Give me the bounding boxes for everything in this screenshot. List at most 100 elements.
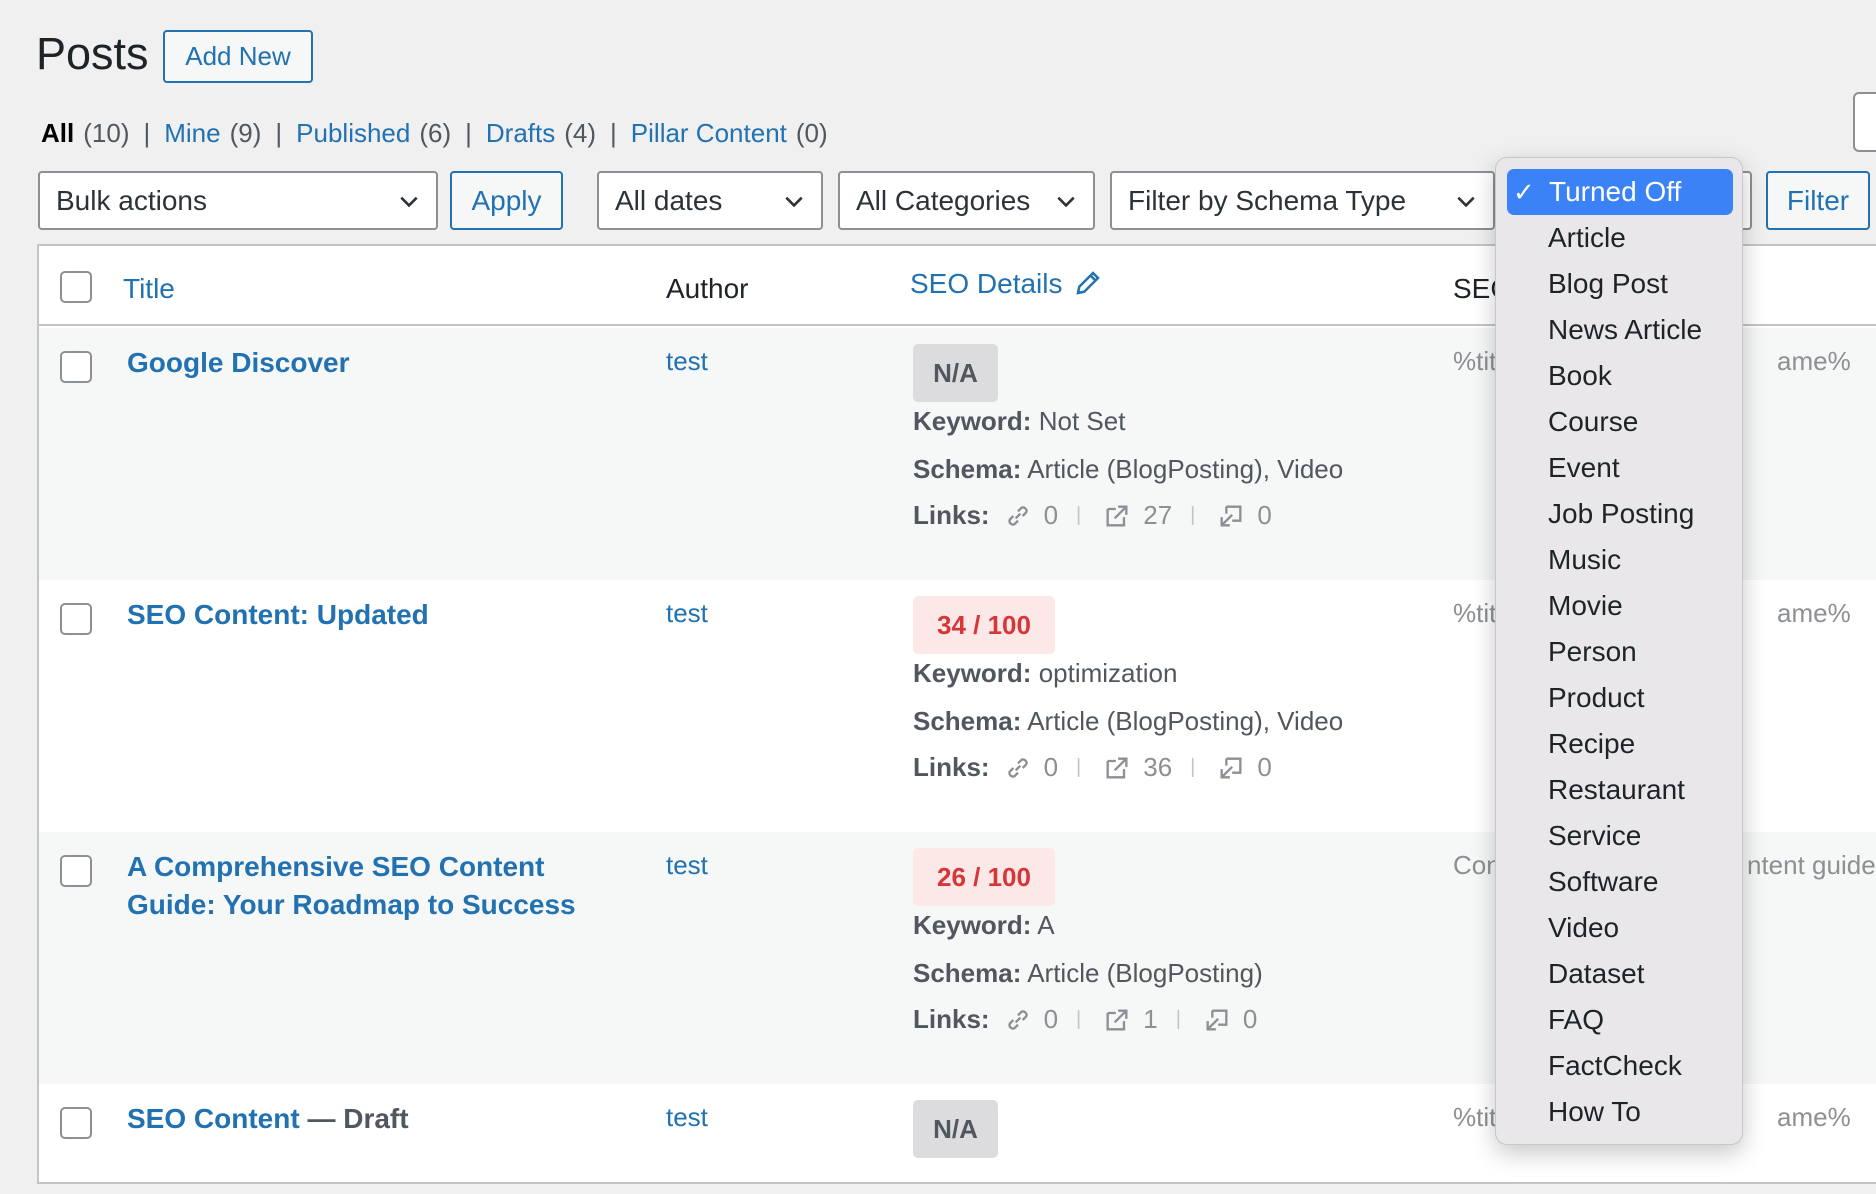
dropdown-option[interactable]: Music bbox=[1548, 540, 1621, 580]
separator: | bbox=[610, 118, 617, 148]
filter-button[interactable]: Filter bbox=[1766, 171, 1870, 230]
dropdown-option[interactable]: Blog Post bbox=[1548, 264, 1668, 304]
dropdown-option[interactable]: How To bbox=[1548, 1092, 1641, 1132]
dropdown-option[interactable]: Movie bbox=[1548, 586, 1623, 626]
post-title-link[interactable]: Google Discover bbox=[127, 344, 607, 382]
search-input[interactable] bbox=[1853, 92, 1876, 152]
dropdown-option[interactable]: Software bbox=[1548, 862, 1659, 902]
status-filters: All (10) | Mine (9) | Published (6) | Dr… bbox=[41, 118, 828, 149]
row-checkbox[interactable] bbox=[60, 603, 92, 635]
post-title-link[interactable]: A Comprehensive SEO Content Guide: Your … bbox=[127, 848, 607, 924]
author-link[interactable]: test bbox=[666, 850, 708, 881]
row-checkbox[interactable] bbox=[60, 351, 92, 383]
post-state: — Draft bbox=[299, 1103, 409, 1134]
schema-value: Article (BlogPosting), Video bbox=[1027, 454, 1344, 484]
dates-value: All dates bbox=[615, 184, 723, 216]
dropdown-option[interactable]: Video bbox=[1548, 908, 1619, 948]
dropdown-option[interactable]: Course bbox=[1548, 402, 1638, 442]
dropdown-option[interactable]: Product bbox=[1548, 678, 1645, 718]
dropdown-option[interactable]: Dataset bbox=[1548, 954, 1645, 994]
dropdown-option[interactable]: Service bbox=[1548, 816, 1641, 856]
filter-mine-count: (9) bbox=[229, 118, 262, 148]
link-icon bbox=[1007, 757, 1028, 778]
pencil-icon[interactable] bbox=[1073, 268, 1103, 298]
seo-score-badge: 34 / 100 bbox=[913, 596, 1055, 654]
bulk-actions-select[interactable]: Bulk actions bbox=[38, 171, 438, 230]
chevron-down-icon bbox=[400, 196, 418, 208]
column-author: Author bbox=[666, 273, 749, 304]
categories-select[interactable]: All Categories bbox=[838, 171, 1095, 230]
incoming-links-count: 0 bbox=[1242, 1004, 1258, 1034]
row-checkbox[interactable] bbox=[60, 855, 92, 887]
dropdown-option[interactable]: Book bbox=[1548, 356, 1612, 396]
separator: | bbox=[1076, 756, 1082, 778]
external-links-count: 27 bbox=[1143, 500, 1173, 530]
dropdown-option[interactable]: Job Posting bbox=[1548, 494, 1694, 534]
links-line: Links: 0 | 36 | 0 bbox=[913, 752, 1272, 783]
incoming-links-count: 0 bbox=[1257, 752, 1272, 782]
schema-value: Article (BlogPosting) bbox=[1027, 958, 1263, 988]
seo-title-text-tail: ame% bbox=[1777, 1102, 1851, 1132]
schema-label: Schema: bbox=[913, 706, 1022, 736]
post-title-cell: SEO Content — Draft bbox=[127, 1100, 607, 1138]
dropdown-option[interactable]: Person bbox=[1548, 632, 1637, 672]
schema-line: Schema: Article (BlogPosting), Video bbox=[913, 706, 1343, 737]
keyword-line: Keyword: optimization bbox=[913, 658, 1177, 689]
seo-score-badge: N/A bbox=[913, 344, 998, 402]
link-icon bbox=[1007, 1009, 1028, 1030]
separator: | bbox=[465, 118, 472, 148]
schema-type-dropdown-menu: ✓ Turned Off Article Blog Post News Arti… bbox=[1495, 157, 1743, 1145]
separator: | bbox=[1175, 1008, 1181, 1030]
incoming-links-count: 0 bbox=[1257, 500, 1272, 530]
dropdown-option[interactable]: News Article bbox=[1548, 310, 1702, 350]
external-links-count: 1 bbox=[1143, 1004, 1158, 1034]
dropdown-option[interactable]: Article bbox=[1548, 218, 1626, 258]
apply-button[interactable]: Apply bbox=[450, 171, 563, 230]
incoming-link-icon bbox=[1220, 757, 1242, 778]
external-link-icon bbox=[1106, 505, 1128, 526]
filter-drafts-count: (4) bbox=[564, 118, 597, 148]
add-new-button[interactable]: Add New bbox=[163, 30, 313, 83]
separator: | bbox=[1190, 504, 1196, 526]
column-title[interactable]: Title bbox=[123, 273, 175, 305]
link-icon bbox=[1007, 505, 1028, 526]
row-checkbox[interactable] bbox=[60, 1107, 92, 1139]
keyword-label: Keyword: bbox=[913, 406, 1032, 436]
links-line: Links: 0 | 1 | 0 bbox=[913, 1004, 1257, 1035]
filter-published-link[interactable]: Published bbox=[296, 118, 410, 149]
post-title-link[interactable]: SEO Content: Updated bbox=[127, 596, 607, 634]
column-seo-details[interactable]: SEO Details bbox=[910, 268, 1063, 300]
dates-select[interactable]: All dates bbox=[597, 171, 823, 230]
author-link[interactable]: test bbox=[666, 598, 708, 629]
links-label: Links: bbox=[913, 500, 990, 530]
seo-title-text-tail: ame% bbox=[1777, 346, 1851, 376]
post-title-link[interactable]: SEO Content bbox=[127, 1103, 300, 1134]
schema-line: Schema: Article (BlogPosting) bbox=[913, 958, 1263, 989]
seo-score-badge: 26 / 100 bbox=[913, 848, 1055, 906]
separator: | bbox=[275, 118, 283, 148]
schema-label: Schema: bbox=[913, 454, 1022, 484]
dropdown-option[interactable]: FAQ bbox=[1548, 1000, 1604, 1040]
author-link[interactable]: test bbox=[666, 1102, 708, 1133]
dropdown-option[interactable]: Restaurant bbox=[1548, 770, 1685, 810]
select-all-checkbox[interactable] bbox=[60, 271, 92, 303]
filter-all-link[interactable]: All bbox=[41, 118, 74, 149]
filter-pillar-content-link[interactable]: Pillar Content bbox=[631, 118, 787, 149]
keyword-label: Keyword: bbox=[913, 910, 1032, 940]
schema-type-value: Filter by Schema Type bbox=[1128, 184, 1407, 216]
schema-line: Schema: Article (BlogPosting), Video bbox=[913, 454, 1343, 485]
checkmark-icon: ✓ bbox=[1513, 176, 1535, 207]
dropdown-option[interactable]: Recipe bbox=[1548, 724, 1635, 764]
author-link[interactable]: test bbox=[666, 346, 708, 377]
seo-score-badge: N/A bbox=[913, 1100, 998, 1158]
keyword-line: Keyword: Not Set bbox=[913, 406, 1125, 437]
schema-value: Article (BlogPosting), Video bbox=[1027, 706, 1344, 736]
dropdown-option[interactable]: Event bbox=[1548, 448, 1620, 488]
dropdown-option[interactable]: FactCheck bbox=[1548, 1046, 1682, 1086]
dropdown-option-label: Turned Off bbox=[1549, 176, 1682, 207]
schema-type-select[interactable]: Filter by Schema Type bbox=[1110, 171, 1495, 230]
page-title: Posts bbox=[36, 28, 149, 79]
filter-mine-link[interactable]: Mine bbox=[164, 118, 220, 149]
dropdown-option-selected[interactable]: ✓ Turned Off bbox=[1507, 169, 1733, 215]
filter-drafts-link[interactable]: Drafts bbox=[486, 118, 555, 149]
